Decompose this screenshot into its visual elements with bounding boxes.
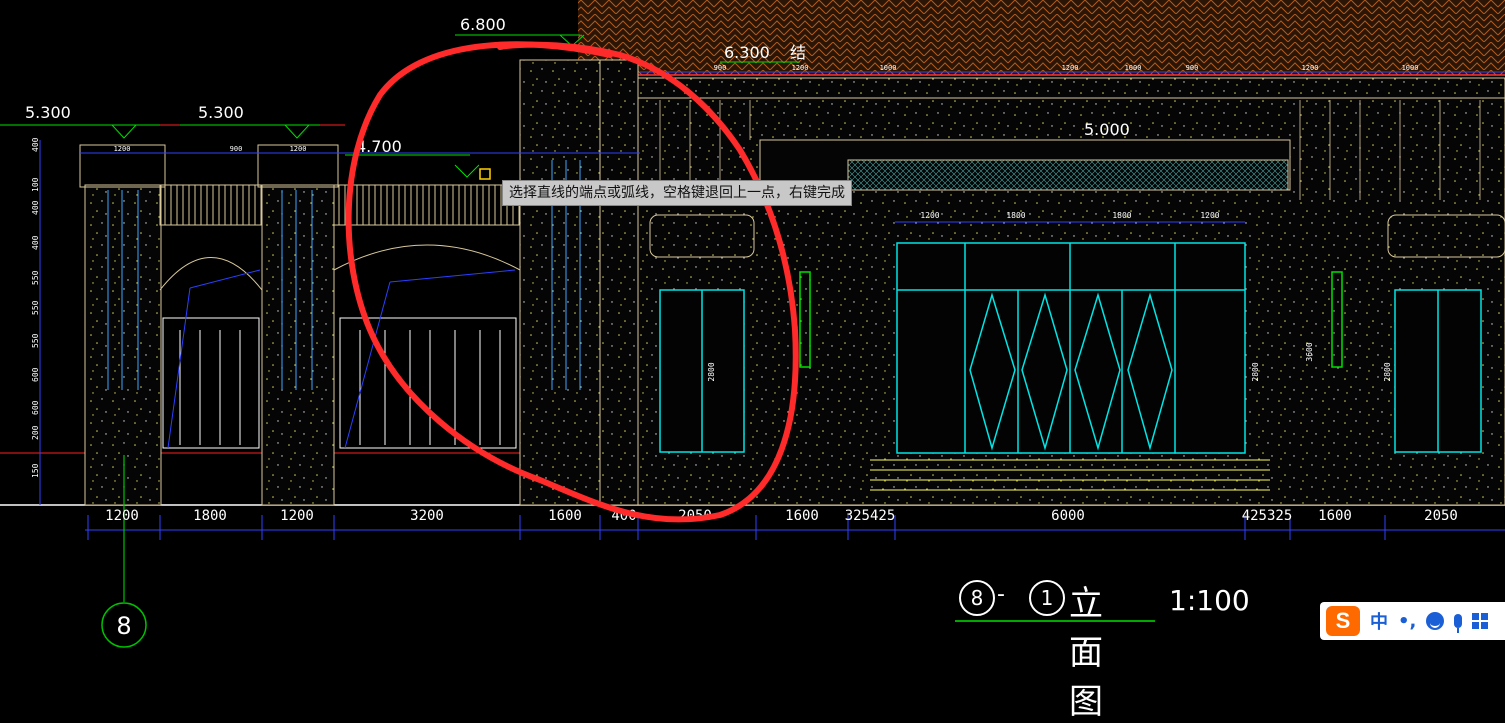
dim-text: 600 [31,400,40,415]
elevation-6300: 6.300 [724,43,770,62]
dim-text: 6000 [1051,508,1085,524]
dim-text: 2800 [707,362,716,381]
toolbox-grid-icon[interactable] [1472,613,1489,629]
elevation-jie: 结 [790,43,806,62]
ime-toolbar[interactable]: S 中 •, [1320,602,1505,640]
dim-text: 200 [31,425,40,440]
emoji-icon[interactable] [1426,612,1445,630]
dim-text: 1000 [1402,64,1419,72]
dim-text: 600 [31,367,40,382]
elevation-5000: 5.000 [1084,120,1130,139]
dim-text: 1000 [880,64,897,72]
dim-text: 2050 [1424,508,1458,524]
elevation-6800: 6.800 [460,15,506,34]
dim-text: 400 [31,235,40,250]
left-dimension-texts: 400 100 400 400 550 550 550 600 600 200 … [31,137,40,478]
title-scale: 1:100 [1169,584,1250,617]
left-gate-block [79,59,639,506]
dim-text: 1200 [280,508,314,524]
elevation-5300-left: 5.300 [25,103,71,122]
cad-drawing-canvas[interactable]: 8 6.800 6.300 结 5.300 5.300 4.700 5.000 … [0,0,1505,657]
title-dash: - [997,582,1005,607]
microphone-icon[interactable] [1454,614,1463,633]
dim-text: 400 [31,200,40,215]
dim-text: 1800 [1112,211,1131,220]
snap-marker [479,168,491,180]
command-tooltip: 选择直线的端点或弧线，空格键退回上一点，右键完成 [502,180,852,206]
dim-text: 550 [31,300,40,315]
dim-text: 1600 [548,508,582,524]
sogou-logo-icon[interactable]: S [1326,606,1360,636]
dim-text: 150 [31,463,40,478]
axis-label: 8 [116,612,131,640]
dim-text: 425325 [1242,508,1293,524]
dim-text: 2800 [1251,362,1260,381]
dim-text: 1000 [1125,64,1142,72]
dim-text: 3200 [410,508,444,524]
dim-text: 1200 [1062,64,1079,72]
dim-text: 900 [230,145,243,153]
dim-text: 100 [31,177,40,192]
dim-text: 1200 [920,211,939,220]
dim-text: 900 [714,64,727,72]
elevation-5300-right: 5.300 [198,103,244,122]
dim-text: 1800 [193,508,227,524]
ime-punctuation-toggle[interactable]: •, [1398,611,1416,632]
dim-text: 1200 [290,145,307,153]
dim-text: 1600 [785,508,819,524]
dim-text: 1200 [105,508,139,524]
dim-text: 1200 [1200,211,1219,220]
dim-text: 550 [31,333,40,348]
title-text: 立面图 [1069,584,1103,722]
dim-text: 1200 [1302,64,1319,72]
dim-text: 550 [31,270,40,285]
dim-text: 1200 [114,145,131,153]
dim-text: 1800 [1006,211,1025,220]
dim-text: 2800 [1383,362,1392,381]
title-axis-b: 1 [1029,580,1065,616]
dim-text: 1600 [1318,508,1352,524]
dim-text: 900 [1186,64,1199,72]
bottom-dimension-texts: 1200 1800 1200 3200 1600 400 2050 1600 3… [105,508,1458,524]
dim-text: 1200 [792,64,809,72]
dim-text: 3600 [1305,342,1314,361]
dim-text: 325425 [845,508,896,524]
title-axis-a: 8 [959,580,995,616]
ime-language-toggle[interactable]: 中 [1370,608,1388,634]
dim-text: 400 [31,137,40,152]
